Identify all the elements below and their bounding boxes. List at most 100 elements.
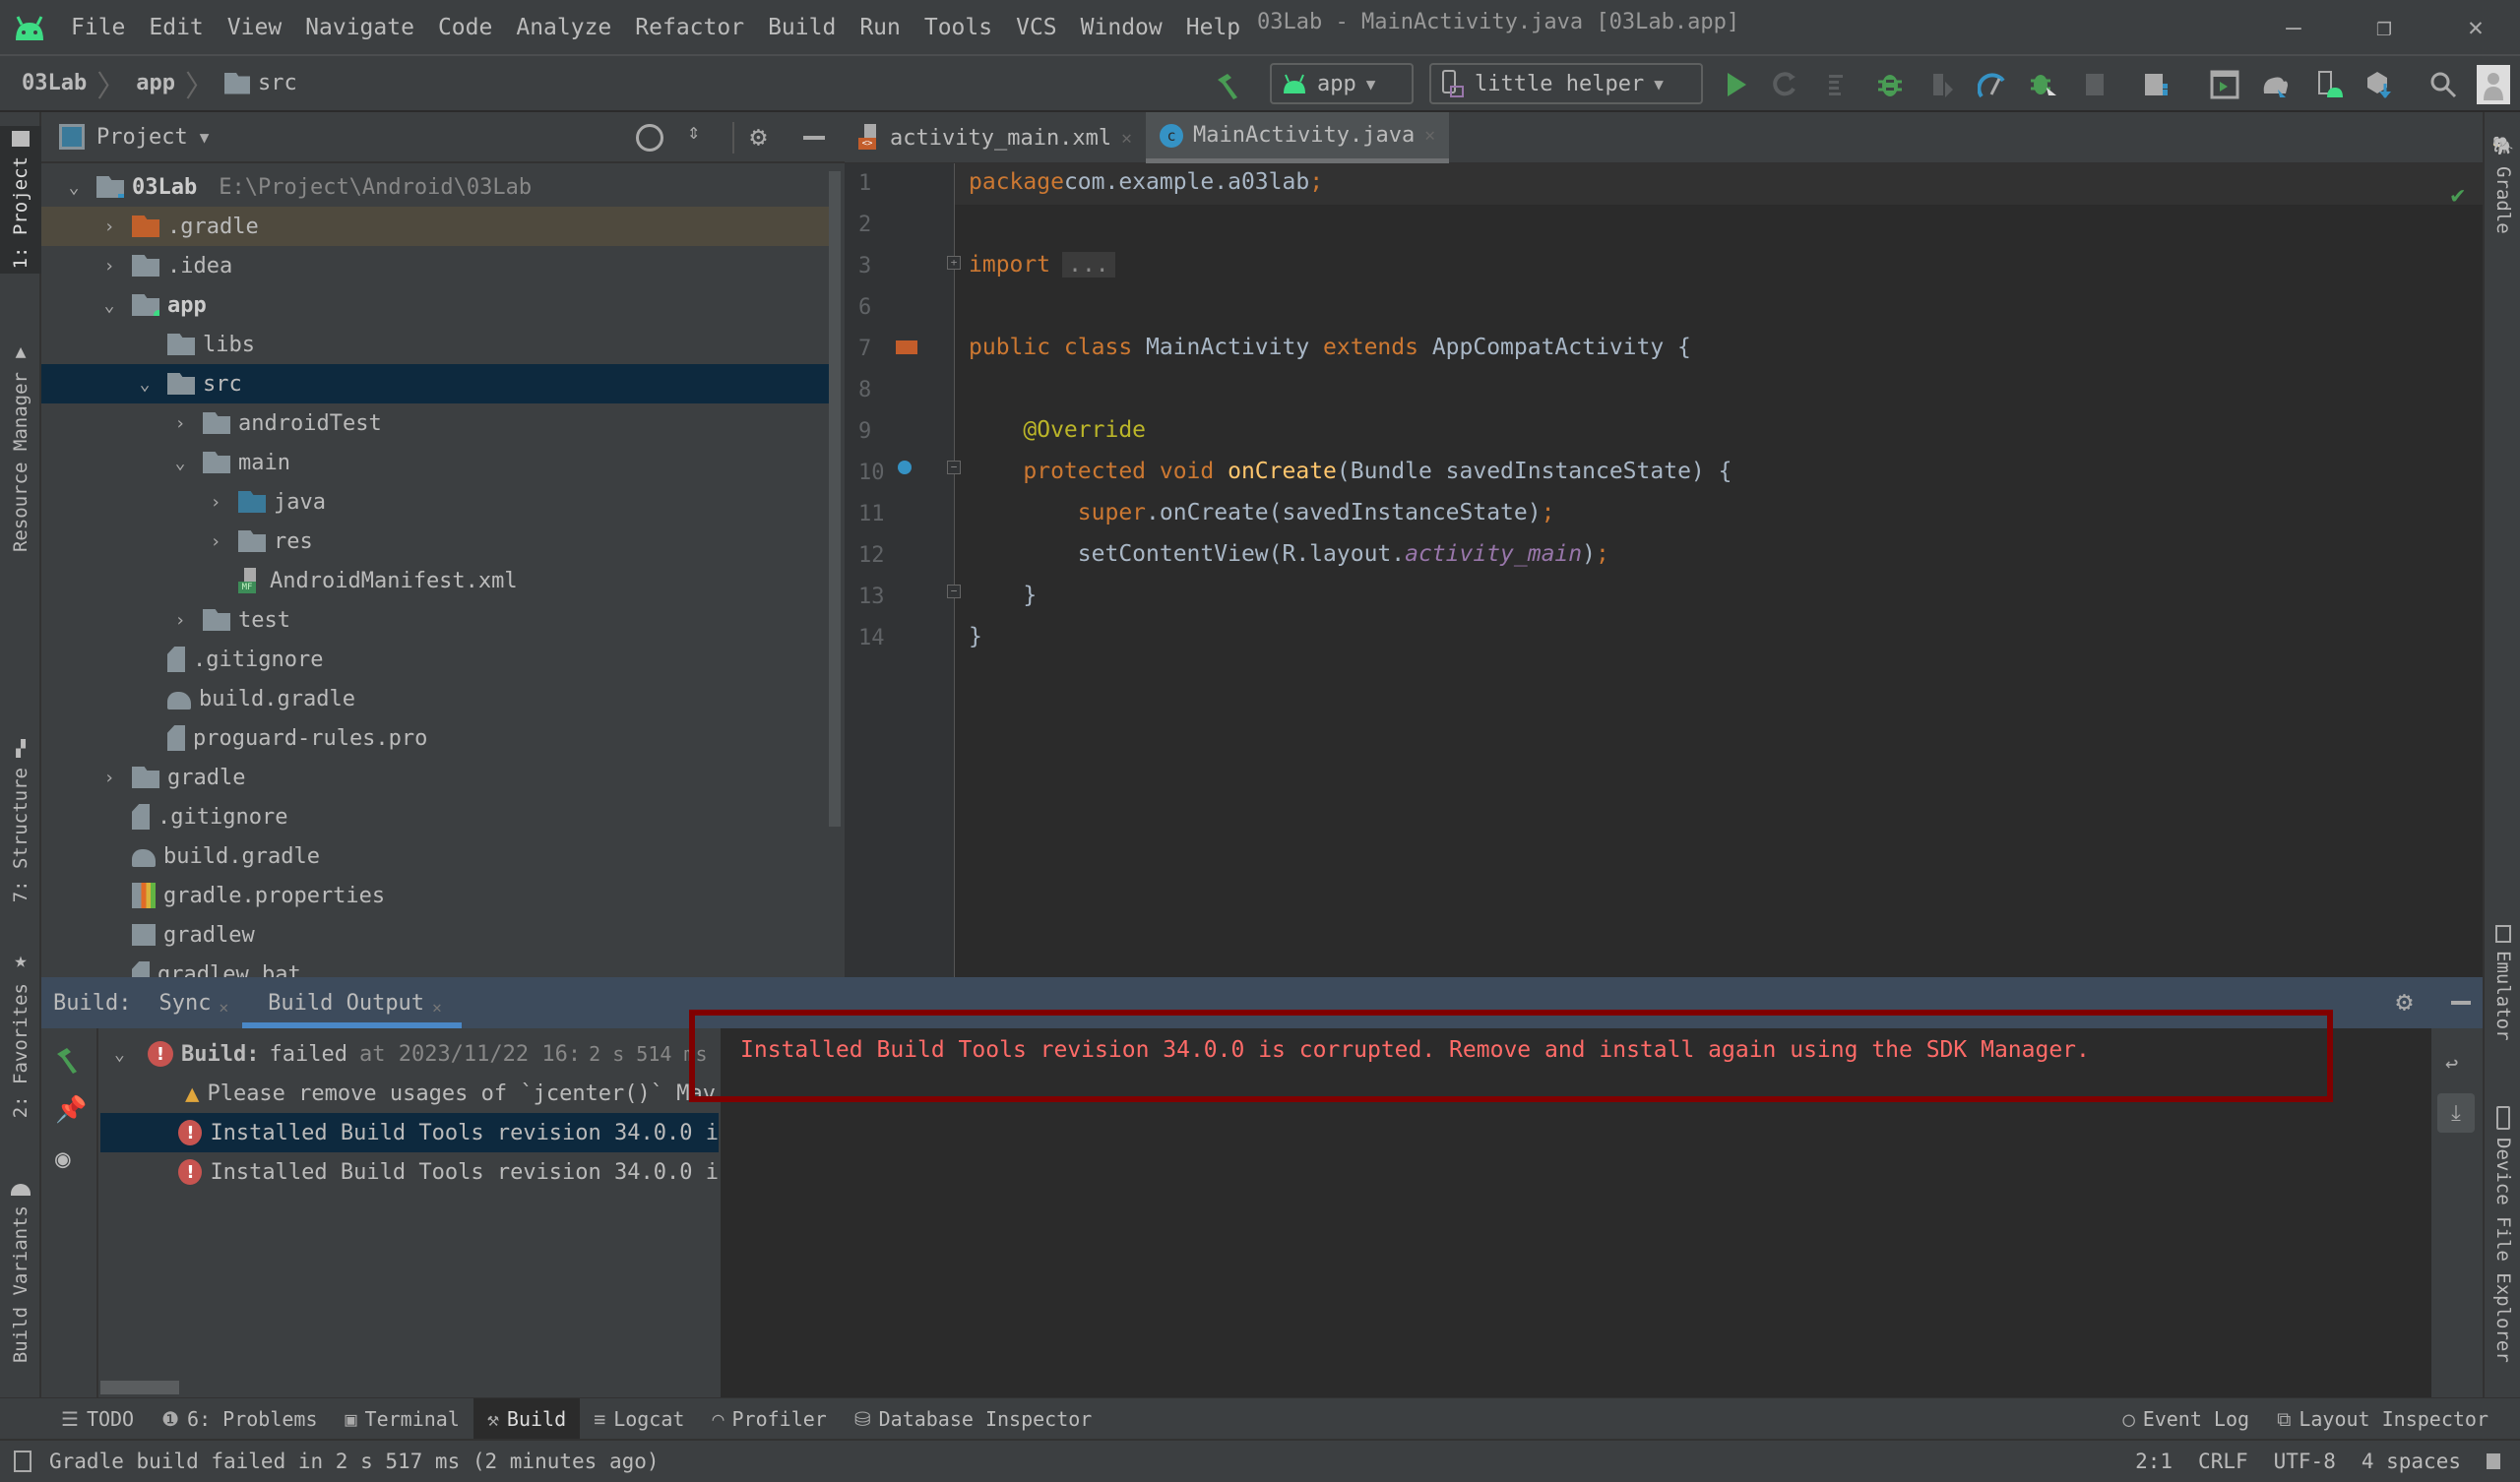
collapse-all-button[interactable]: ⇕ — [687, 120, 700, 145]
tree-item[interactable]: › .idea — [41, 246, 829, 285]
menu-code[interactable]: Code — [426, 15, 504, 40]
status-message[interactable]: Gradle build failed in 2 s 517 ms (2 min… — [49, 1450, 660, 1473]
bottom-tab-event-log[interactable]: ◯ Event Log — [2110, 1398, 2263, 1440]
tree-item[interactable]: build.gradle — [41, 836, 829, 876]
inspection-ok-icon[interactable]: ✔ — [2451, 181, 2465, 209]
chevron-down-icon[interactable]: ⌄ — [134, 374, 156, 395]
chevron-right-icon[interactable]: › — [205, 492, 226, 513]
tree-item[interactable]: ⌄ app — [41, 285, 829, 325]
menu-analyze[interactable]: Analyze — [504, 15, 623, 40]
tool-tab-structure[interactable]: 7: Structure ▞ — [0, 722, 41, 919]
folded-imports[interactable]: ... — [1062, 252, 1115, 278]
chevron-right-icon[interactable]: › — [98, 216, 120, 237]
chevron-right-icon[interactable]: › — [98, 256, 120, 277]
rebuild-button[interactable] — [53, 1044, 83, 1078]
tool-tab-device-file-explorer[interactable]: Device File Explorer — [2485, 1106, 2520, 1363]
bottom-tab-profiler[interactable]: ◠ Profiler — [698, 1398, 840, 1440]
locate-file-button[interactable] — [636, 124, 663, 152]
tool-tab-gradle[interactable]: 🐘 Gradle — [2485, 136, 2520, 234]
breadcrumb-item-folder[interactable]: src — [223, 71, 297, 95]
menu-file[interactable]: File — [59, 15, 137, 40]
sdk-manager-button[interactable] — [2362, 69, 2394, 100]
tool-tab-favorites[interactable]: 2: Favorites ★ — [0, 945, 41, 1122]
menu-navigate[interactable]: Navigate — [293, 15, 426, 40]
chevron-down-icon[interactable]: ⌄ — [63, 177, 85, 198]
tree-item[interactable]: ⌄ src — [41, 364, 829, 403]
tree-item[interactable]: › androidTest — [41, 403, 829, 443]
tree-item[interactable]: MF AndroidManifest.xml — [41, 561, 829, 600]
menu-vcs[interactable]: VCS — [1004, 15, 1069, 40]
restore-button[interactable]: ❐ — [2355, 8, 2414, 47]
bottom-tab-layout-inspector[interactable]: ⧉ Layout Inspector — [2263, 1398, 2502, 1440]
tool-tab-build-variants[interactable]: Build Variants — [0, 1165, 41, 1382]
profile-button[interactable] — [1977, 69, 2008, 100]
tree-item[interactable]: proguard-rules.pro — [41, 718, 829, 758]
account-button[interactable] — [2477, 65, 2510, 104]
chevron-right-icon[interactable]: › — [98, 768, 120, 788]
menu-run[interactable]: Run — [848, 15, 913, 40]
build-tree-item[interactable]: ! Installed Build Tools revision 34.0.0 i — [100, 1113, 719, 1152]
bottom-tab-todo[interactable]: ☰ TODO — [47, 1398, 148, 1440]
bottom-tab-6-problems[interactable]: ❶ 6: Problems — [148, 1398, 331, 1440]
scroll-to-end-button[interactable]: ⤓ — [2437, 1093, 2475, 1133]
tree-item[interactable]: gradle.properties — [41, 876, 829, 915]
tree-item[interactable]: gradlew — [41, 915, 829, 955]
build-tree-item[interactable]: ▲ Please remove usages of `jcenter()` Mav — [100, 1074, 719, 1113]
bottom-tab-terminal[interactable]: ▣ Terminal — [332, 1398, 473, 1440]
close-tab-icon[interactable]: ✕ — [432, 998, 442, 1017]
soft-wrap-button[interactable]: ↩ — [2445, 1052, 2458, 1077]
tab-build-output[interactable]: Build Output ✕ — [242, 977, 462, 1028]
run-configuration-dropdown[interactable]: app ▼ — [1270, 63, 1414, 104]
debug-button[interactable] — [1874, 69, 1906, 100]
bottom-tab-build[interactable]: ⚒ Build — [472, 1397, 581, 1440]
build-tree-item[interactable]: ⌄! Build: failed at 2023/11/22 16: 2 s 514 m… — [100, 1034, 719, 1074]
build-settings-button[interactable]: ⚙ — [2396, 985, 2413, 1018]
tree-item[interactable]: › .gradle — [41, 207, 829, 246]
apply-changes-restart-button[interactable] — [1770, 69, 1801, 100]
gradle-sync-button[interactable] — [2260, 69, 2292, 100]
breadcrumb-item-module[interactable]: app — [136, 71, 175, 95]
sync-project-button[interactable] — [2142, 69, 2174, 100]
tool-tab-emulator[interactable]: Emulator — [2485, 925, 2520, 1041]
tab-mainactivity-java[interactable]: c MainActivity.java ✕ — [1146, 112, 1450, 163]
pin-button[interactable]: 📌 — [55, 1095, 87, 1125]
menu-edit[interactable]: Edit — [137, 15, 215, 40]
debug-attach-process-button[interactable] — [2028, 69, 2059, 100]
toggle-tool-windows-icon[interactable] — [14, 1451, 32, 1472]
hide-panel-button[interactable] — [803, 136, 825, 140]
tree-item[interactable]: build.gradle — [41, 679, 829, 718]
project-tree-scrollbar[interactable] — [829, 171, 841, 827]
tool-tab-resource-manager[interactable]: Resource Manager ▲ — [0, 329, 41, 565]
tree-item[interactable]: libs — [41, 325, 829, 364]
tree-item[interactable]: › test — [41, 600, 829, 640]
tree-item[interactable]: › res — [41, 522, 829, 561]
chevron-right-icon[interactable]: › — [205, 531, 226, 552]
chevron-down-icon[interactable]: ⌄ — [98, 295, 120, 316]
hide-build-panel-button[interactable] — [2451, 1001, 2471, 1005]
caret-position[interactable]: 2:1 — [2135, 1450, 2173, 1473]
tree-item[interactable]: ⌄ 03Lab E:\Project\Android\03Lab — [41, 167, 829, 207]
chevron-right-icon[interactable]: › — [169, 610, 191, 631]
device-manager-button[interactable] — [2313, 69, 2345, 100]
settings-button[interactable]: ⚙ — [750, 120, 767, 153]
close-window-button[interactable]: ✕ — [2446, 8, 2505, 47]
filter-button[interactable]: ◉ — [55, 1144, 71, 1174]
menu-help[interactable]: Help — [1174, 15, 1252, 40]
menu-window[interactable]: Window — [1069, 15, 1174, 40]
tab-sync[interactable]: Sync ✕ — [145, 977, 242, 1028]
line-separator[interactable]: CRLF — [2198, 1450, 2248, 1473]
chevron-down-icon[interactable]: ⌄ — [114, 1044, 148, 1065]
stop-button[interactable] — [2079, 69, 2110, 100]
tree-item[interactable]: gradlew.bat — [41, 955, 829, 977]
build-tree-item[interactable]: ! Installed Build Tools revision 34.0.0 i — [100, 1152, 719, 1192]
bottom-tab-database-inspector[interactable]: ⛁ Database Inspector — [841, 1398, 1106, 1440]
tree-item[interactable]: › gradle — [41, 758, 829, 797]
attach-debugger-button[interactable] — [1925, 69, 1957, 100]
tab-activity-main-xml[interactable]: <> activity_main.xml ✕ — [845, 112, 1146, 163]
menu-refactor[interactable]: Refactor — [623, 15, 756, 40]
file-encoding[interactable]: UTF-8 — [2274, 1450, 2336, 1473]
search-everywhere-button[interactable] — [2427, 69, 2459, 100]
code-area[interactable]: packagecom.example.a03lab; import... publi… — [845, 163, 2483, 977]
build-tree-hscrollbar[interactable] — [100, 1381, 179, 1394]
indent-setting[interactable]: 4 spaces — [2362, 1450, 2461, 1473]
